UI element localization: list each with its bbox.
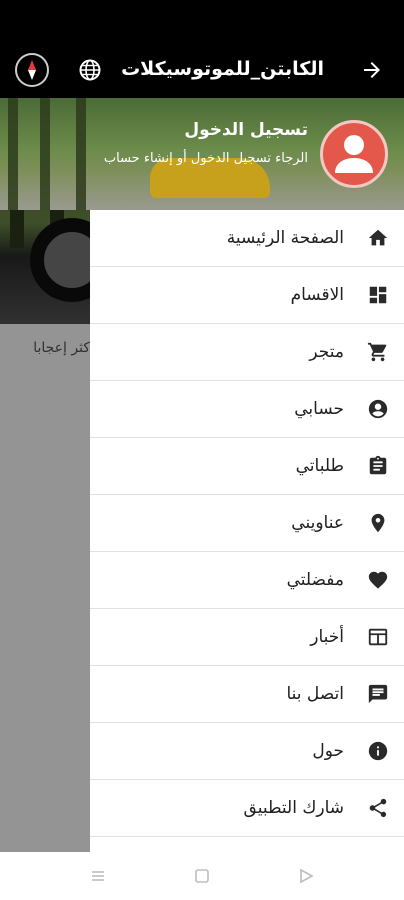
- system-nav-bar: [0, 852, 404, 900]
- menu-item-label: اتصل بنا: [286, 684, 344, 704]
- info-icon: [352, 723, 404, 780]
- menu-item-label: شارك التطبيق: [243, 798, 344, 818]
- menu-item-addresses[interactable]: عناويني: [90, 495, 404, 552]
- drawer-header: تسجيل الدخول الرجاء تسجيل الدخول أو إنشا…: [0, 98, 404, 210]
- location-pin-icon: [352, 495, 404, 552]
- menu-item-categories[interactable]: الاقسام: [90, 267, 404, 324]
- cart-icon: [352, 324, 404, 381]
- clipboard-icon: [352, 438, 404, 495]
- nav-back-icon: [300, 868, 314, 884]
- menu-item-news[interactable]: أخبار: [90, 609, 404, 666]
- menu-item-label: مفضلتي: [286, 570, 344, 590]
- news-icon: [352, 609, 404, 666]
- share-icon: [352, 780, 404, 837]
- menu-item-account[interactable]: حسابي: [90, 381, 404, 438]
- person-icon: [335, 135, 373, 173]
- chat-icon: [352, 666, 404, 723]
- avatar[interactable]: [320, 120, 388, 188]
- nav-home-icon: [195, 869, 209, 883]
- app-bar: الكابتن_للموتوسيكلات: [0, 42, 404, 98]
- tree-shape: [40, 98, 50, 210]
- menu-item-home[interactable]: الصفحة الرئيسية: [90, 210, 404, 267]
- nav-back-button[interactable]: [294, 864, 318, 888]
- heart-icon: [352, 552, 404, 609]
- nav-home-button[interactable]: [190, 864, 214, 888]
- status-bar: [0, 0, 404, 42]
- menu-item-label: أخبار: [310, 627, 344, 647]
- globe-icon: [79, 59, 101, 81]
- menu-item-label: حسابي: [294, 399, 344, 419]
- menu-item-about[interactable]: حول: [90, 723, 404, 780]
- language-button[interactable]: [70, 50, 110, 90]
- account-icon: [352, 381, 404, 438]
- menu-item-favorites[interactable]: مفضلتي: [90, 552, 404, 609]
- back-button[interactable]: [352, 50, 392, 90]
- menu-item-label: حول: [312, 741, 344, 761]
- menu-item-label: متجر: [309, 342, 344, 362]
- app-title: الكابتن_للموتوسيكلات: [121, 58, 324, 80]
- home-icon: [352, 210, 404, 267]
- menu-item-label: طلباتي: [295, 456, 344, 476]
- tree-shape: [76, 98, 86, 210]
- tree-shape: [8, 98, 18, 210]
- menu-item-store[interactable]: متجر: [90, 324, 404, 381]
- menu-item-label: الاقسام: [290, 285, 344, 305]
- compass-icon: [15, 53, 49, 87]
- arrow-right-icon: [364, 62, 380, 78]
- nav-recents-button[interactable]: [86, 864, 110, 888]
- menu-item-orders[interactable]: طلباتي: [90, 438, 404, 495]
- menu-item-label: الصفحة الرئيسية: [226, 228, 344, 248]
- nav-recents-icon: [92, 871, 104, 881]
- login-title[interactable]: تسجيل الدخول: [184, 120, 308, 140]
- compass-button[interactable]: [12, 50, 52, 90]
- login-subtitle: الرجاء تسجيل الدخول أو إنشاء حساب: [103, 151, 308, 166]
- menu-item-share[interactable]: شارك التطبيق: [90, 780, 404, 837]
- dashboard-icon: [352, 267, 404, 324]
- menu-item-label: عناويني: [291, 513, 344, 533]
- menu-item-contact[interactable]: اتصل بنا: [90, 666, 404, 723]
- drawer-menu: الصفحة الرئيسية الاقسام متجر حسابي طلبات…: [90, 210, 404, 852]
